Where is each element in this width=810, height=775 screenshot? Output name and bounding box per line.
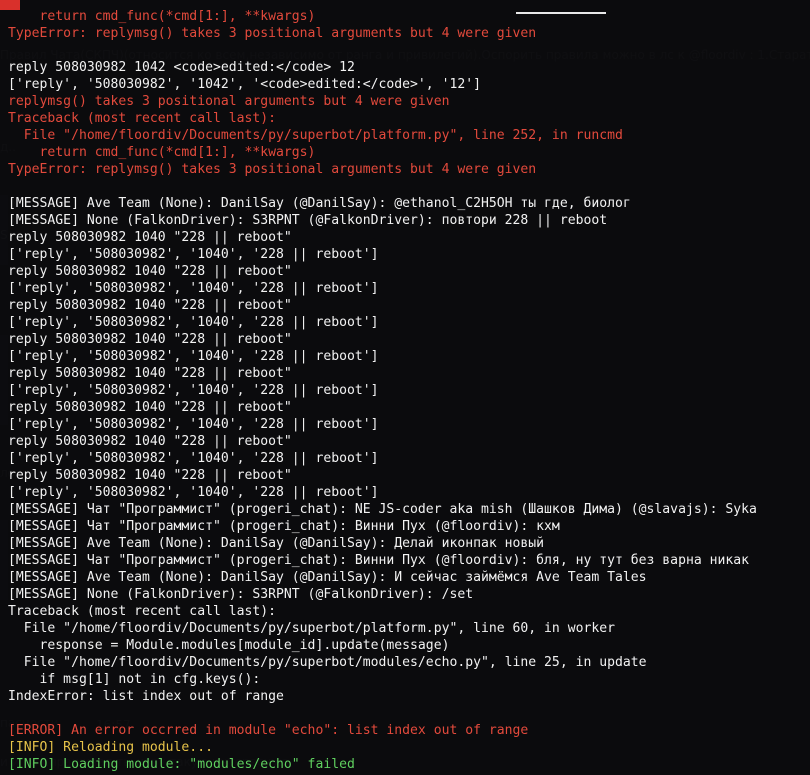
terminal-line: reply 508030982 1040 "228 || reboot" <box>8 366 292 381</box>
terminal-line: File "/home/floordiv/Documents/py/superb… <box>8 621 615 636</box>
terminal-window[interactable]: return cmd_func(*cmd[1:], **kwargs) TypeE… <box>0 0 810 775</box>
terminal-line: return cmd_func(*cmd[1:], **kwargs) <box>8 9 316 24</box>
terminal-line: reply 508030982 1040 "228 || reboot" <box>8 332 292 347</box>
terminal-line: ['reply', '508030982', '1040', '228 || r… <box>8 451 379 466</box>
terminal-line: reply 508030982 1040 "228 || reboot" <box>8 468 292 483</box>
terminal-line: [MESSAGE] Чат "Программист" (progeri_cha… <box>8 519 560 534</box>
terminal-line: TypeError: replymsg() takes 3 positional… <box>8 162 537 177</box>
terminal-line: Traceback (most recent call last): <box>8 111 277 126</box>
terminal-output[interactable]: return cmd_func(*cmd[1:], **kwargs) TypeE… <box>8 8 810 773</box>
terminal-line: IndexError: list index out of range <box>8 689 284 704</box>
terminal-line: [MESSAGE] Чат "Программист" (progeri_cha… <box>8 553 750 568</box>
terminal-line: ['reply', '508030982', '1040', '228 || r… <box>8 417 379 432</box>
terminal-line: Traceback (most recent call last): <box>8 604 277 619</box>
terminal-line: File "/home/floordiv/Documents/py/superb… <box>8 655 647 670</box>
terminal-line: ['reply', '508030982', '1040', '228 || r… <box>8 247 379 262</box>
terminal-line: reply 508030982 1040 "228 || reboot" <box>8 434 292 449</box>
terminal-line: [MESSAGE] Чат "Программист" (progeri_cha… <box>8 502 757 517</box>
terminal-line: ['reply', '508030982', '1040', '228 || r… <box>8 383 379 398</box>
terminal-line: ['reply', '508030982', '1040', '228 || r… <box>8 281 379 296</box>
terminal-line: ['reply', '508030982', '1040', '228 || r… <box>8 349 379 364</box>
terminal-line: [ERROR] An error occrred in module "echo… <box>8 723 529 738</box>
terminal-line: File "/home/floordiv/Documents/py/superb… <box>8 128 623 143</box>
terminal-line: TypeError: replymsg() takes 3 positional… <box>8 26 537 41</box>
terminal-line: ['reply', '508030982', '1042', '<code>ed… <box>8 77 481 92</box>
terminal-line: reply 508030982 1040 "228 || reboot" <box>8 230 292 245</box>
terminal-line: reply 508030982 1040 "228 || reboot" <box>8 400 292 415</box>
terminal-line: replymsg() takes 3 positional arguments … <box>8 94 450 109</box>
terminal-line: [MESSAGE] Ave Team (None): DanilSay (@Da… <box>8 536 545 551</box>
terminal-line: [MESSAGE] None (FalkonDriver): S3RPNT (@… <box>8 213 608 228</box>
terminal-line: [MESSAGE] Ave Team (None): DanilSay (@Da… <box>8 570 647 585</box>
terminal-line: response = Module.modules[module_id].upd… <box>8 638 450 653</box>
terminal-line: ['reply', '508030982', '1040', '228 || r… <box>8 315 379 330</box>
terminal-line: return cmd_func(*cmd[1:], **kwargs) <box>8 145 316 160</box>
terminal-line: reply 508030982 1040 "228 || reboot" <box>8 298 292 313</box>
terminal-line: reply 508030982 1040 "228 || reboot" <box>8 264 292 279</box>
terminal-line: reply 508030982 1042 <code>edited:</code… <box>8 60 355 75</box>
terminal-line: [MESSAGE] Ave Team (None): DanilSay (@Da… <box>8 196 631 211</box>
terminal-line: [INFO] Reloading module... <box>8 740 213 755</box>
terminal-line: [INFO] Loading module: "modules/echo" fa… <box>8 757 355 772</box>
terminal-line: [MESSAGE] None (FalkonDriver): S3RPNT (@… <box>8 587 474 602</box>
terminal-line: if msg[1] not in cfg.keys(): <box>8 672 261 687</box>
terminal-line: ['reply', '508030982', '1040', '228 || r… <box>8 485 379 500</box>
